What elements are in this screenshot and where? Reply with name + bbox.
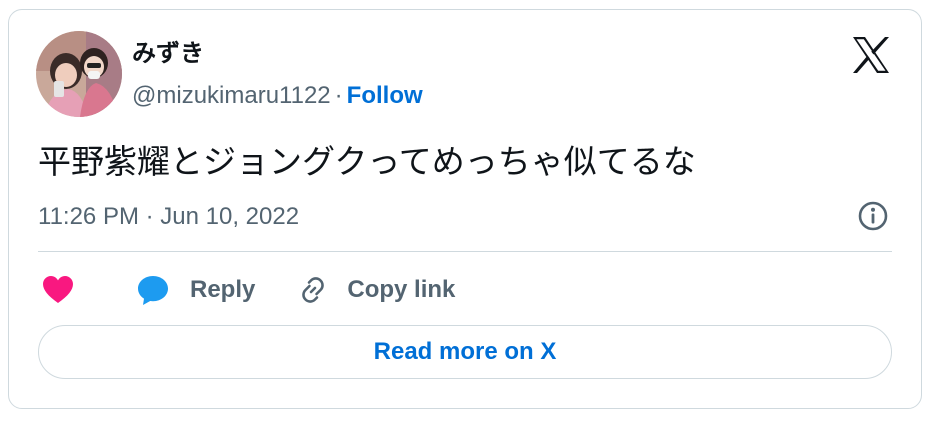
read-more-button[interactable]: Read more on X xyxy=(38,325,892,379)
tweet-timestamp[interactable]: 11:26 PM · Jun 10, 2022 xyxy=(38,202,299,232)
tweet-card: みずき @mizukimaru1122 · Follow 平野紫耀とジョングクってめ… xyxy=(8,9,922,409)
divider xyxy=(38,251,892,252)
link-icon xyxy=(297,274,329,306)
reply-label: Reply xyxy=(190,276,256,303)
tweet-text: 平野紫耀とジョングクってめっちゃ似てるな xyxy=(38,143,696,180)
handle-row: @mizukimaru1122 · Follow xyxy=(132,81,423,111)
copy-link-label: Copy link xyxy=(347,276,456,303)
reply-button[interactable]: Reply xyxy=(136,274,255,306)
info-circle-icon[interactable] xyxy=(857,200,889,232)
action-bar: Reply Copy link xyxy=(38,268,455,312)
heart-icon xyxy=(42,275,74,305)
avatar-photo xyxy=(36,31,122,117)
x-logo-icon[interactable] xyxy=(851,36,891,74)
copy-link-button[interactable]: Copy link xyxy=(297,274,455,306)
follow-button[interactable]: Follow xyxy=(347,82,423,109)
speech-bubble-icon xyxy=(136,274,170,306)
display-name[interactable]: みずき xyxy=(132,40,204,68)
user-handle[interactable]: @mizukimaru1122 xyxy=(132,82,331,109)
like-button[interactable] xyxy=(42,275,74,305)
avatar[interactable] xyxy=(36,31,122,117)
separator-dot: · xyxy=(334,82,343,109)
